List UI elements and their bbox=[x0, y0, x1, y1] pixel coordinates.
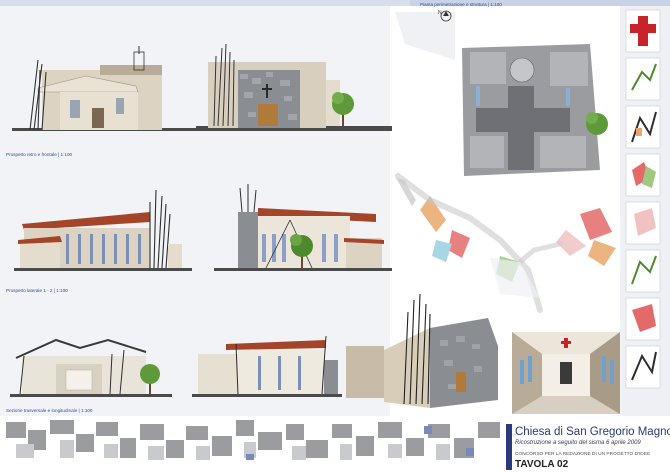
label-lateral: Prospetto laterale 1 - 2 | 1:100 bbox=[6, 288, 68, 293]
render-3d-interior bbox=[512, 332, 620, 414]
sheet-number: TAVOLA 02 bbox=[515, 459, 569, 470]
label-front-rear: Prospetto retro e frontale | 1:100 bbox=[6, 152, 73, 157]
design-board bbox=[0, 0, 670, 473]
contest-label: CONCORSO PER LA REDAZIONE DI UN PROGETTO… bbox=[515, 452, 651, 457]
floor-plan bbox=[462, 44, 608, 176]
plan-label: Pianta perimetrazione e struttura | 1:10… bbox=[420, 2, 502, 7]
project-title: Chiesa di San Gregorio Magno bbox=[515, 426, 670, 438]
label-sections: Sezione trasversale e longitudinale | 1:… bbox=[6, 408, 93, 413]
north-label: N bbox=[438, 10, 442, 16]
project-subtitle: Ricostruzione a seguito del sisma 6 apri… bbox=[515, 440, 641, 446]
